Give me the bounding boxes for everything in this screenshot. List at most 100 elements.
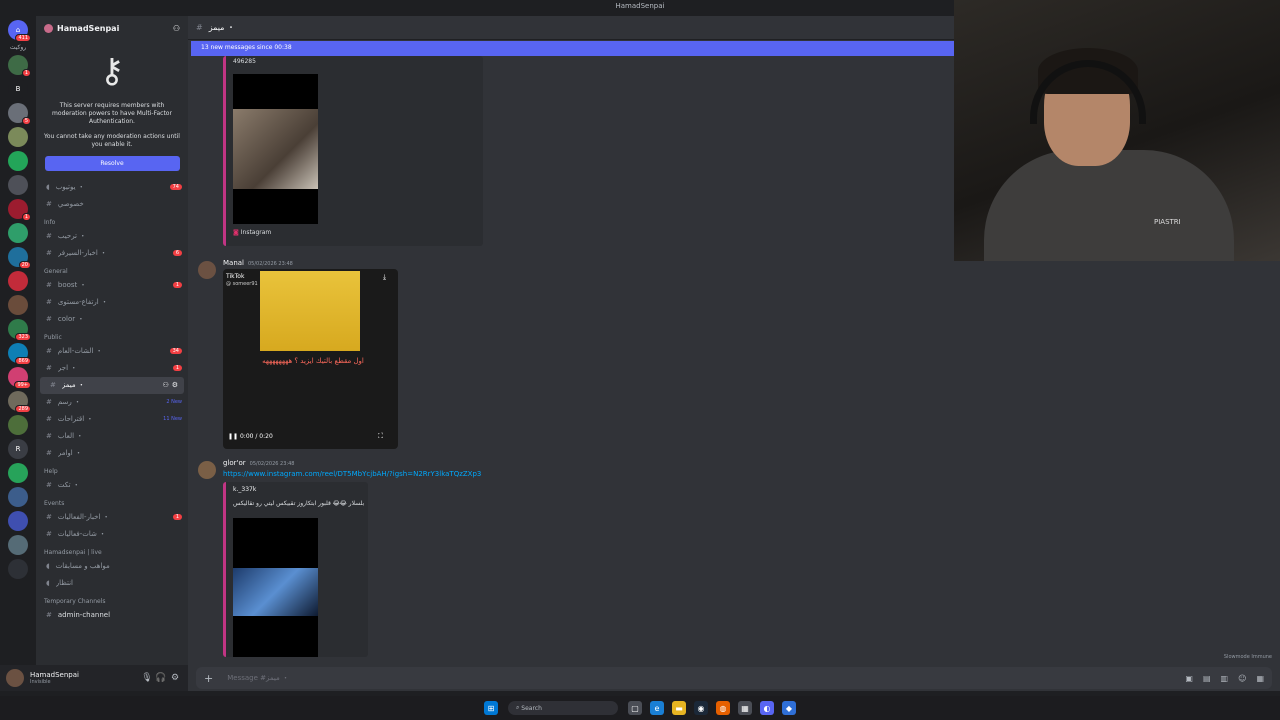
category-temporary[interactable]: Temporary Channels bbox=[36, 592, 188, 607]
channel-memes[interactable]: # ميمز ・ ⚇ ⚙ bbox=[40, 376, 184, 394]
message-timestamp: 05/02/2026 23:48 bbox=[249, 461, 295, 467]
category-help[interactable]: Help bbox=[36, 462, 188, 477]
settings-icon[interactable]: ⚙ bbox=[172, 381, 178, 389]
category-events[interactable]: Events bbox=[36, 494, 188, 509]
add-member-icon[interactable]: ⚇ bbox=[173, 24, 180, 33]
category-public[interactable]: Public bbox=[36, 328, 188, 343]
invite-icon[interactable]: ⚇ bbox=[162, 381, 168, 389]
unread-badge: 1 bbox=[172, 365, 182, 372]
server-icon[interactable] bbox=[8, 271, 28, 291]
server-icon[interactable] bbox=[8, 295, 28, 315]
server-name: HamadSenpai bbox=[57, 23, 120, 33]
server-icon[interactable]: B bbox=[8, 79, 28, 99]
channel-admin[interactable]: # admin-channel bbox=[36, 607, 188, 624]
emoji-icon[interactable]: ☺ bbox=[1238, 674, 1246, 683]
start-icon[interactable]: ⊞ bbox=[484, 701, 498, 715]
channel-hidden[interactable]: # خصوصي bbox=[36, 196, 188, 213]
gear-icon[interactable]: ⚙ bbox=[168, 673, 182, 683]
avatar[interactable] bbox=[6, 669, 24, 687]
instagram-embed: k._337k بلسلار 😂😂 قلبور ابتكاروز تقبيكس … bbox=[223, 482, 368, 657]
sticker-icon[interactable]: ▥ bbox=[1221, 674, 1229, 683]
home-server-icon[interactable]: ⌂ 411 bbox=[8, 20, 31, 42]
app-icon[interactable]: ▦ bbox=[738, 701, 752, 715]
message-author[interactable]: glor'or 05/02/2026 23:48 bbox=[223, 459, 294, 467]
avatar[interactable] bbox=[198, 261, 216, 279]
headphones-icon[interactable]: 🎧 bbox=[154, 673, 168, 683]
server-icon[interactable] bbox=[8, 463, 28, 483]
user-panel: HamadSenpai Invisible 🎙 🎧 ⚙ bbox=[0, 665, 188, 691]
category-info[interactable]: Info bbox=[36, 213, 188, 228]
microphone-icon[interactable]: 🎙 bbox=[140, 673, 154, 683]
server-icon[interactable]: 289 bbox=[8, 391, 31, 413]
voice-channel-talents[interactable]: ◖ مواهب و مسابقات bbox=[36, 558, 188, 575]
gift-icon[interactable]: ▣ bbox=[1185, 674, 1193, 683]
taskbar-search[interactable]: ⌕ Search bbox=[508, 701, 618, 715]
channel-games[interactable]: # العاب ・ bbox=[36, 428, 188, 445]
steam-icon[interactable]: ◉ bbox=[694, 701, 708, 715]
server-header[interactable]: HamadSenpai ⚇ bbox=[36, 16, 188, 40]
server-icon[interactable] bbox=[8, 559, 28, 579]
message-input[interactable]: Message #ميمز ・ bbox=[227, 673, 1175, 683]
server-icon[interactable]: 99+ bbox=[8, 367, 31, 389]
add-attachment-icon[interactable]: + bbox=[204, 672, 213, 685]
voice-channel-waiting[interactable]: ◖ انتظار bbox=[36, 575, 188, 592]
video-player[interactable]: TikTok @ someer91 اول مقطع بالتيك ايزيد … bbox=[223, 269, 398, 449]
edge-icon[interactable]: e bbox=[650, 701, 664, 715]
embed-video[interactable] bbox=[233, 74, 318, 224]
channel-color[interactable]: # color ・ bbox=[36, 311, 188, 328]
channel-welcome[interactable]: # ترحيب ・ bbox=[36, 228, 188, 245]
server-icon[interactable] bbox=[8, 127, 28, 147]
embed-author[interactable]: k._337k bbox=[233, 486, 256, 493]
server-icon[interactable] bbox=[8, 535, 28, 555]
server-icon[interactable] bbox=[8, 151, 28, 171]
download-icon[interactable]: ⤓ bbox=[383, 273, 386, 282]
embed-video[interactable] bbox=[233, 518, 318, 657]
user-status: Invisible bbox=[30, 679, 51, 685]
app-icon[interactable]: ◆ bbox=[782, 701, 796, 715]
new-messages-bar[interactable]: 13 new messages since 00:38 bbox=[191, 41, 954, 56]
server-icon[interactable]: 869 bbox=[8, 343, 31, 365]
apps-icon[interactable]: ▦ bbox=[1256, 674, 1264, 683]
server-icon[interactable]: R bbox=[8, 439, 28, 459]
server-icon[interactable] bbox=[8, 415, 28, 435]
channel-event-chat[interactable]: # شات-فعاليات ・ bbox=[36, 526, 188, 543]
server-icon[interactable] bbox=[8, 223, 28, 243]
hash-icon: # bbox=[46, 530, 52, 539]
channel-tickets[interactable]: # تكت ・ bbox=[36, 477, 188, 494]
channel-drawing[interactable]: # رسم ・ 2 New bbox=[36, 394, 188, 411]
folder-label: روكيت bbox=[9, 44, 27, 51]
channel-server-news[interactable]: # اخبار-السيرفر ・ 6 bbox=[36, 245, 188, 262]
server-icon[interactable] bbox=[8, 487, 28, 507]
server-icon[interactable]: 5 bbox=[8, 103, 31, 125]
category-live[interactable]: Hamadsenpai | live bbox=[36, 543, 188, 558]
discord-icon[interactable]: ◐ bbox=[760, 701, 774, 715]
server-icon[interactable] bbox=[8, 511, 28, 531]
server-icon[interactable]: 323 bbox=[8, 319, 31, 341]
server-icon[interactable]: 20 bbox=[8, 247, 31, 269]
channel-event-news[interactable]: # اخبار-الفعاليات ・ 1 bbox=[36, 509, 188, 526]
channel-ajr[interactable]: # اجر ・ 1 bbox=[36, 360, 188, 377]
fullscreen-icon[interactable]: ⛶ bbox=[378, 432, 383, 441]
pause-icon[interactable]: ❚❚ bbox=[228, 433, 238, 440]
user-name[interactable]: HamadSenpai Invisible bbox=[30, 671, 140, 685]
server-icon[interactable] bbox=[8, 175, 28, 195]
avatar[interactable] bbox=[198, 461, 216, 479]
category-general[interactable]: General bbox=[36, 262, 188, 277]
server-icon[interactable]: 1 bbox=[8, 55, 31, 77]
channel-youtube[interactable]: ◖ يوتيوب ・ 74 bbox=[36, 179, 188, 196]
channel-commands[interactable]: # اوامر ・ bbox=[36, 445, 188, 462]
gif-icon[interactable]: ▤ bbox=[1203, 674, 1211, 683]
channel-levels[interactable]: # ارتفاع-مستوى ・ bbox=[36, 294, 188, 311]
message-author[interactable]: Manal 05/02/2026 23:48 bbox=[223, 259, 293, 267]
resolve-button[interactable]: Resolve bbox=[44, 155, 180, 171]
task-view-icon[interactable]: ▢ bbox=[628, 701, 642, 715]
message-link[interactable]: https://www.instagram.com/reel/DT5MbYcjb… bbox=[223, 470, 481, 478]
channel-suggestions[interactable]: # اقتراحات ・ 11 New bbox=[36, 411, 188, 428]
channel-boost[interactable]: # boost ・ 1 bbox=[36, 277, 188, 294]
firefox-icon[interactable]: ◍ bbox=[716, 701, 730, 715]
embed-source[interactable]: ◙ Instagram bbox=[233, 229, 271, 236]
server-icon[interactable]: 1 bbox=[8, 199, 31, 221]
folder-icon[interactable]: ▬ bbox=[672, 701, 686, 715]
message-composer[interactable]: + Message #ميمز ・ ▣ ▤ ▥ ☺ ▦ bbox=[196, 667, 1272, 689]
channel-chat[interactable]: # الشات-العام ・ 34 bbox=[36, 343, 188, 360]
